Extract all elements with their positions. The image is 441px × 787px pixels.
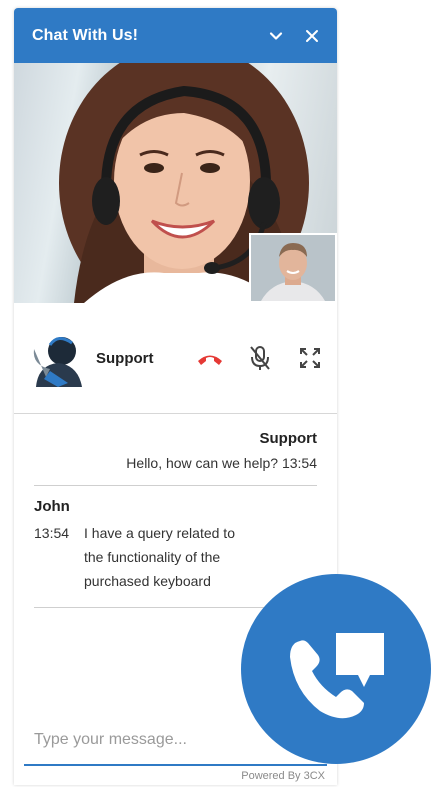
message-time: 13:54 xyxy=(34,525,70,541)
minimize-button[interactable] xyxy=(265,25,287,47)
message-text: Hello, how can we help? xyxy=(126,455,279,471)
video-feed xyxy=(14,63,337,303)
chat-header: Chat With Us! xyxy=(14,8,337,63)
message-john: John 13:54 I have a query related to the… xyxy=(34,486,317,608)
expand-icon xyxy=(300,348,320,368)
message-text: I have a query related to the functional… xyxy=(84,525,235,589)
message-row: 13:54 I have a query related to the func… xyxy=(34,521,317,593)
hangup-button[interactable] xyxy=(193,341,227,375)
powered-by: Powered By 3CX xyxy=(241,770,325,782)
call-chat-fab-button[interactable] xyxy=(241,574,431,764)
phone-chat-icon xyxy=(290,633,384,719)
fullscreen-button[interactable] xyxy=(293,341,327,375)
chevron-down-icon xyxy=(269,31,283,40)
message-body: Hello, how can we help? 13:54 xyxy=(34,453,317,473)
chat-title: Chat With Us! xyxy=(32,26,139,44)
agent-name: Support xyxy=(96,349,154,367)
mic-off-icon xyxy=(250,346,270,370)
message-support: Support Hello, how can we help? 13:54 xyxy=(34,414,317,486)
support-agent-icon xyxy=(33,337,82,387)
phone-hangup-icon xyxy=(198,355,222,365)
message-sender: John xyxy=(34,498,70,515)
self-video-pip xyxy=(249,233,337,303)
agent-avatar xyxy=(28,329,86,387)
message-sender: Support xyxy=(259,430,318,447)
call-controls: Support xyxy=(14,303,337,414)
mute-button[interactable] xyxy=(243,341,277,375)
message-list: Support Hello, how can we help? 13:54 Jo… xyxy=(14,414,337,608)
message-time: 13:54 xyxy=(281,455,317,471)
self-video-image xyxy=(251,235,335,301)
close-icon xyxy=(306,29,318,42)
close-button[interactable] xyxy=(301,25,323,47)
